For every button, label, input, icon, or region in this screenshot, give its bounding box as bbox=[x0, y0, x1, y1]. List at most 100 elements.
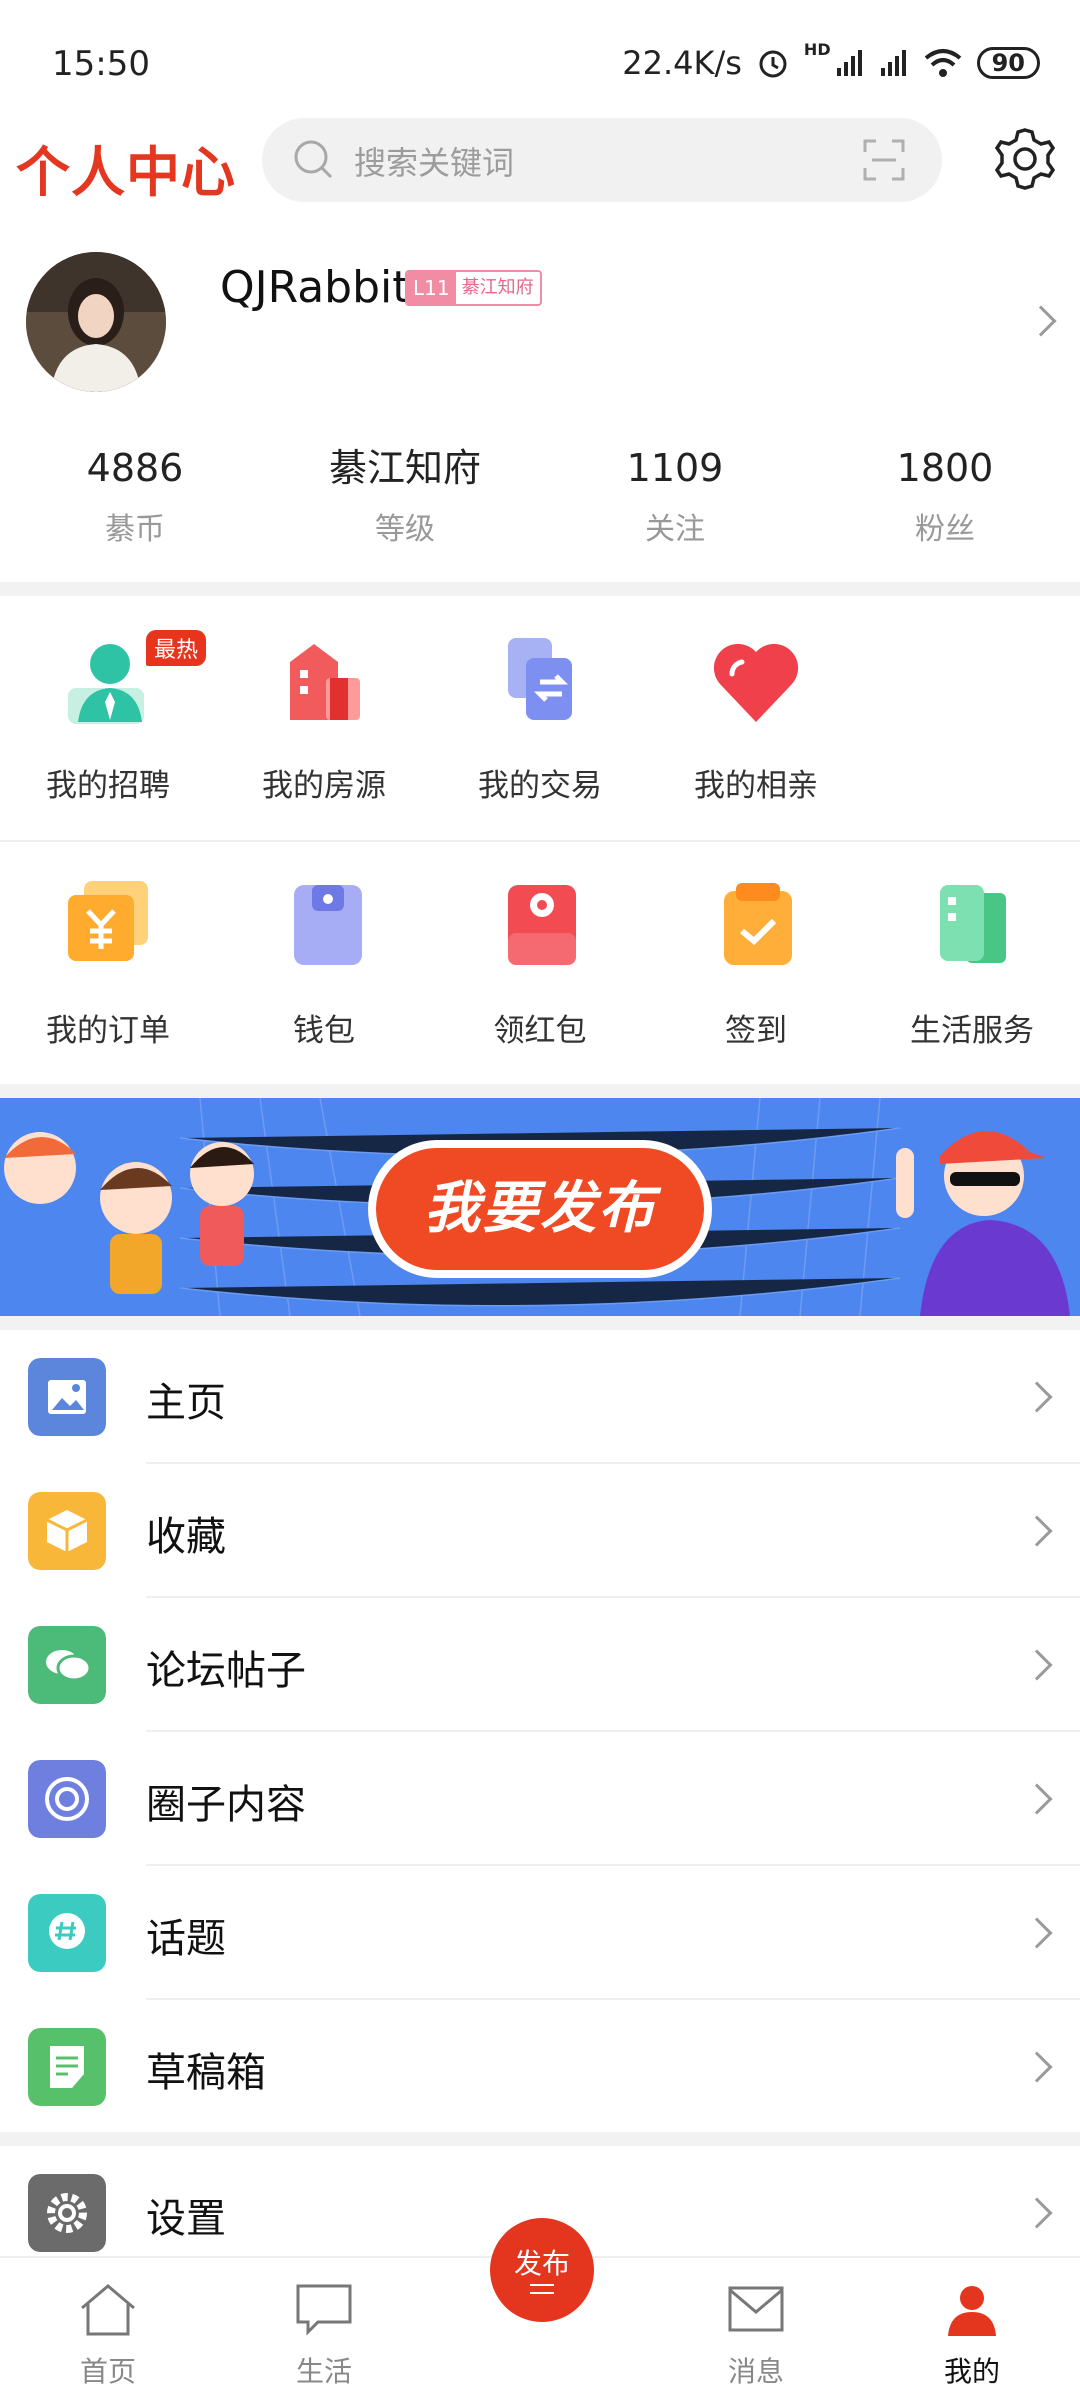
wallet-icon bbox=[294, 885, 362, 965]
avatar-image bbox=[26, 252, 166, 392]
grid-divider bbox=[0, 840, 1080, 842]
feature-grid-row-2: 我的订单 钱包 领红包 签到 生活服务 bbox=[0, 845, 1080, 1085]
menu-item-label: 设置 bbox=[146, 2196, 226, 2242]
search-icon bbox=[294, 140, 333, 179]
menu-lines-icon bbox=[530, 2284, 554, 2294]
grid-item-orders[interactable]: 我的订单 bbox=[0, 845, 216, 1085]
chevron-right-icon[interactable] bbox=[1025, 305, 1057, 337]
stat-label: 粉丝 bbox=[915, 512, 975, 547]
tab-messages[interactable]: 消息 bbox=[648, 2258, 864, 2402]
grid-item-trade[interactable]: 我的交易 bbox=[432, 600, 648, 840]
menu-item-circle-content[interactable]: 圈子内容 bbox=[0, 1732, 1080, 1866]
chevron-right-icon bbox=[1021, 2197, 1053, 2229]
section-divider bbox=[0, 2132, 1080, 2146]
level-number: L11 bbox=[407, 272, 456, 304]
wifi-icon bbox=[924, 49, 961, 77]
section-divider bbox=[0, 582, 1080, 596]
image-icon bbox=[28, 1358, 106, 1436]
gear-icon bbox=[28, 2174, 106, 2252]
stat-label: 等级 bbox=[375, 512, 435, 547]
checkin-icon bbox=[724, 883, 792, 965]
status-time: 15:50 bbox=[52, 44, 150, 84]
publish-button[interactable]: 发布 bbox=[490, 2218, 594, 2322]
publish-banner-label: 我要发布 bbox=[376, 1148, 704, 1270]
menu-item-homepage[interactable]: 主页 bbox=[0, 1330, 1080, 1464]
grid-item-label: 我的交易 bbox=[478, 768, 602, 804]
section-divider bbox=[0, 1316, 1080, 1330]
mail-icon bbox=[728, 2286, 784, 2332]
menu-item-topics[interactable]: 话题 bbox=[0, 1866, 1080, 2000]
profile-stats: 4886 綦币 綦江知府等级 1109 关注 1800 粉丝 bbox=[0, 440, 1080, 560]
home-icon bbox=[81, 2284, 135, 2336]
chat-bubble-icon bbox=[296, 2284, 352, 2336]
grid-item-dating[interactable]: 我的相亲 bbox=[648, 600, 864, 840]
grid-item-label: 签到 bbox=[725, 1013, 787, 1049]
publish-banner-button[interactable]: 我要发布 bbox=[368, 1140, 712, 1278]
tab-life[interactable]: 生活 bbox=[216, 2258, 432, 2402]
menu-item-favorites[interactable]: 收藏 bbox=[0, 1464, 1080, 1598]
publish-label: 发布 bbox=[513, 2247, 570, 2280]
grid-item-checkin[interactable]: 签到 bbox=[648, 845, 864, 1085]
grid-item-label: 我的房源 bbox=[262, 768, 386, 804]
stat-value: 4886 bbox=[86, 446, 184, 490]
menu-item-label: 收藏 bbox=[146, 1514, 226, 1560]
status-icons: 22.4K/s HD 90 bbox=[622, 40, 1040, 86]
signal-icon-2 bbox=[880, 50, 906, 76]
tab-label: 我的 bbox=[943, 2355, 1000, 2388]
stat-fans[interactable]: 1800 粉丝 bbox=[810, 440, 1080, 560]
tab-label: 生活 bbox=[295, 2355, 352, 2388]
chevron-right-icon bbox=[1021, 1381, 1053, 1413]
chevron-right-icon bbox=[1021, 1783, 1053, 1815]
circle-icon bbox=[28, 1760, 106, 1838]
grid-item-label: 领红包 bbox=[493, 1013, 587, 1049]
tab-label: 消息 bbox=[727, 2355, 784, 2388]
alarm-icon bbox=[759, 50, 787, 78]
search-bar[interactable]: 搜索关键词 bbox=[262, 118, 942, 202]
stat-coins[interactable]: 4886 綦币 bbox=[0, 440, 270, 560]
grid-item-red-packet[interactable]: 领红包 bbox=[432, 845, 648, 1085]
search-placeholder: 搜索关键词 bbox=[354, 144, 515, 182]
publish-banner[interactable]: 我要发布 bbox=[0, 1098, 1080, 1316]
house-icon bbox=[290, 644, 360, 720]
status-bar: 15:50 22.4K/s HD 90 bbox=[0, 0, 1080, 110]
stat-value: 綦江知府 bbox=[328, 446, 481, 490]
menu-item-label: 圈子内容 bbox=[146, 1782, 306, 1828]
tab-home[interactable]: 首页 bbox=[0, 2258, 216, 2402]
menu-item-label: 话题 bbox=[146, 1916, 226, 1962]
settings-gear-icon[interactable] bbox=[990, 124, 1060, 194]
stat-following[interactable]: 1109 关注 bbox=[540, 440, 810, 560]
menu-item-label: 草稿箱 bbox=[146, 2050, 266, 2096]
hot-badge: 最热 bbox=[146, 630, 207, 666]
tab-mine[interactable]: 我的 bbox=[864, 2258, 1080, 2402]
box-icon bbox=[28, 1492, 106, 1570]
trade-icon bbox=[508, 638, 572, 720]
stat-value: 1109 bbox=[626, 446, 724, 490]
life-service-icon bbox=[940, 885, 1006, 963]
signal-icon bbox=[836, 50, 862, 76]
tab-label: 首页 bbox=[79, 2355, 136, 2388]
order-icon bbox=[68, 881, 148, 961]
battery-indicator: 90 bbox=[976, 47, 1040, 79]
section-divider bbox=[0, 1084, 1080, 1098]
scan-icon[interactable] bbox=[862, 138, 906, 182]
username[interactable]: QJRabbit bbox=[220, 262, 410, 313]
stat-label: 关注 bbox=[645, 512, 705, 547]
stat-value: 1800 bbox=[896, 446, 994, 490]
stat-level[interactable]: 綦江知府 等级 bbox=[270, 440, 540, 560]
top-header: 个人中心 搜索关键词 bbox=[0, 110, 1080, 210]
grid-item-house[interactable]: 我的房源 bbox=[216, 600, 432, 840]
grid-item-wallet[interactable]: 钱包 bbox=[216, 845, 432, 1085]
menu-item-forum-posts[interactable]: 论坛帖子 bbox=[0, 1598, 1080, 1732]
level-title: 綦江知府 bbox=[461, 277, 534, 298]
level-badge: L11 綦江知府 bbox=[405, 270, 542, 306]
draft-icon bbox=[28, 2028, 106, 2106]
red-packet-icon bbox=[508, 885, 576, 965]
menu-item-label: 论坛帖子 bbox=[146, 1648, 306, 1694]
grid-item-label: 钱包 bbox=[293, 1013, 355, 1049]
page-title: 个人中心 bbox=[16, 140, 236, 204]
avatar[interactable] bbox=[26, 252, 166, 392]
menu-item-drafts[interactable]: 草稿箱 bbox=[0, 2000, 1080, 2134]
grid-item-life-service[interactable]: 生活服务 bbox=[864, 845, 1080, 1085]
menu-item-label: 主页 bbox=[146, 1380, 226, 1426]
heart-icon bbox=[713, 643, 799, 722]
